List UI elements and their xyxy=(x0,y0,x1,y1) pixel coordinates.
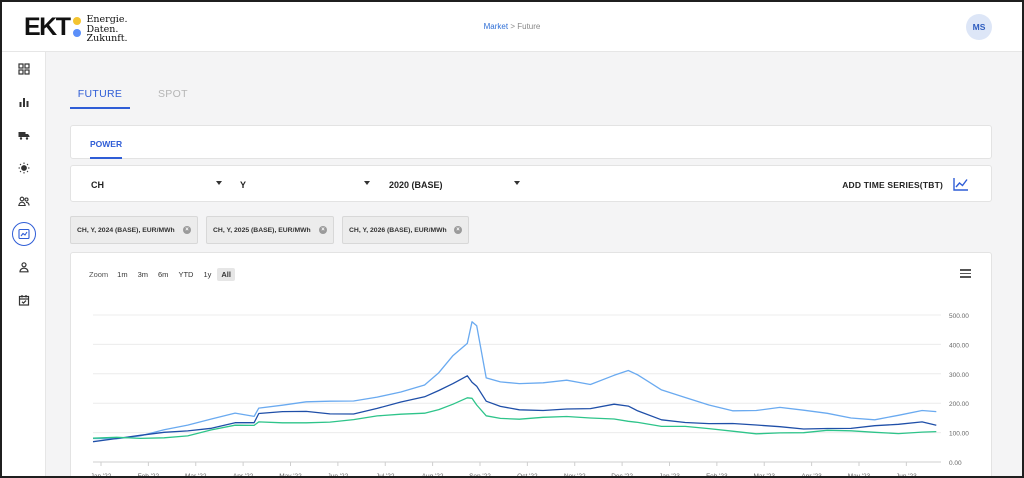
x-tick-label: Mar '22 xyxy=(185,473,207,478)
close-icon[interactable]: × xyxy=(454,226,462,234)
chevron-down-icon[interactable] xyxy=(514,181,520,185)
series-chip[interactable]: CH, Y, 2025 (BASE), EUR/MWh × xyxy=(206,216,334,244)
x-tick-label: Sep '22 xyxy=(469,473,491,478)
user-avatar[interactable]: MS xyxy=(966,14,992,40)
price-line-chart[interactable]: 0.00 100.00 200.00 300.00 400.00 500.00 Jan '2… xyxy=(71,253,991,478)
commodity-tabs-card: POWER xyxy=(70,125,992,159)
sun-icon xyxy=(18,162,30,174)
close-icon[interactable]: × xyxy=(319,226,327,234)
sidebar xyxy=(2,52,46,476)
market-chart-icon xyxy=(18,228,30,240)
series-line-0[interactable] xyxy=(92,321,937,440)
users-icon xyxy=(18,196,30,207)
product-select[interactable]: 2020 (BASE) xyxy=(389,180,443,190)
y-tick-label: 500.00 xyxy=(949,313,969,320)
selector-card: CH Y 2020 (BASE) ADD TIME SERIES(TBT) xyxy=(70,165,992,202)
sidebar-item-users[interactable] xyxy=(12,189,36,213)
add-time-series-button[interactable]: ADD TIME SERIES(TBT) xyxy=(842,180,943,190)
top-header: EKT Energie. Daten. Zukunft. Market > Fu… xyxy=(2,2,1022,52)
sidebar-item-solar[interactable] xyxy=(12,156,36,180)
y-tick-label: 0.00 xyxy=(949,460,962,467)
breadcrumb: Market > Future xyxy=(2,22,1022,31)
breadcrumb-market[interactable]: Market xyxy=(484,22,508,31)
dashboard-grid-icon xyxy=(18,63,30,75)
tab-power[interactable]: POWER xyxy=(90,139,123,159)
chip-label: CH, Y, 2024 (BASE), EUR/MWh xyxy=(77,226,175,234)
sidebar-item-logistics[interactable] xyxy=(12,123,36,147)
bar-chart-icon xyxy=(19,98,29,107)
line-chart-icon[interactable] xyxy=(953,177,969,191)
x-tick-label: May '22 xyxy=(279,473,302,478)
breadcrumb-current: Future xyxy=(517,22,541,31)
tab-spot[interactable]: SPOT xyxy=(158,88,188,100)
sidebar-item-calendar[interactable] xyxy=(12,288,36,312)
x-tick-label: Dec '22 xyxy=(611,473,633,478)
chart-card: Zoom 1m 3m 6m YTD 1y All 0.00 100.00 200.0… xyxy=(70,252,992,478)
x-tick-label: Jul '22 xyxy=(376,473,395,478)
sidebar-item-dashboard[interactable] xyxy=(12,57,36,81)
x-tick-label: Apr '22 xyxy=(233,473,254,478)
sidebar-item-analytics[interactable] xyxy=(12,90,36,114)
x-tick-label: May '23 xyxy=(848,473,871,478)
y-tick-label: 400.00 xyxy=(949,342,969,349)
chip-label: CH, Y, 2026 (BASE), EUR/MWh xyxy=(349,226,447,234)
x-tick-label: Aug '22 xyxy=(422,473,444,478)
x-tick-label: Jun '22 xyxy=(327,473,348,478)
sidebar-item-profile[interactable] xyxy=(12,255,36,279)
x-tick-label: Feb '22 xyxy=(138,473,160,478)
logo-line: Zukunft. xyxy=(86,33,128,44)
tab-future[interactable]: FUTURE xyxy=(70,88,130,109)
y-tick-label: 200.00 xyxy=(949,401,969,408)
chip-label: CH, Y, 2025 (BASE), EUR/MWh xyxy=(213,226,311,234)
y-tick-label: 300.00 xyxy=(949,372,969,379)
x-tick-label: Jan '22 xyxy=(91,473,112,478)
x-tick-label: Feb '23 xyxy=(706,473,728,478)
period-select[interactable]: Y xyxy=(240,180,246,190)
x-tick-label: Oct '22 xyxy=(517,473,538,478)
person-icon xyxy=(19,262,29,273)
sidebar-item-market[interactable] xyxy=(12,222,36,246)
chevron-down-icon[interactable] xyxy=(364,181,370,185)
series-chip[interactable]: CH, Y, 2024 (BASE), EUR/MWh × xyxy=(70,216,198,244)
close-icon[interactable]: × xyxy=(183,226,191,234)
truck-icon xyxy=(18,132,30,140)
x-tick-label: Apr '23 xyxy=(801,473,822,478)
x-tick-label: Mar '23 xyxy=(753,473,775,478)
x-tick-label: Jan '23 xyxy=(659,473,680,478)
y-tick-label: 100.00 xyxy=(949,431,969,438)
calendar-icon xyxy=(18,295,30,306)
x-tick-label: Jun '23 xyxy=(896,473,917,478)
chevron-down-icon[interactable] xyxy=(216,181,222,185)
market-select[interactable]: CH xyxy=(91,180,104,190)
x-tick-label: Nov '22 xyxy=(564,473,586,478)
breadcrumb-separator: > xyxy=(510,22,515,31)
series-chip[interactable]: CH, Y, 2026 (BASE), EUR/MWh × xyxy=(342,216,469,244)
app-window: EKT Energie. Daten. Zukunft. Market > Fu… xyxy=(0,0,1024,478)
